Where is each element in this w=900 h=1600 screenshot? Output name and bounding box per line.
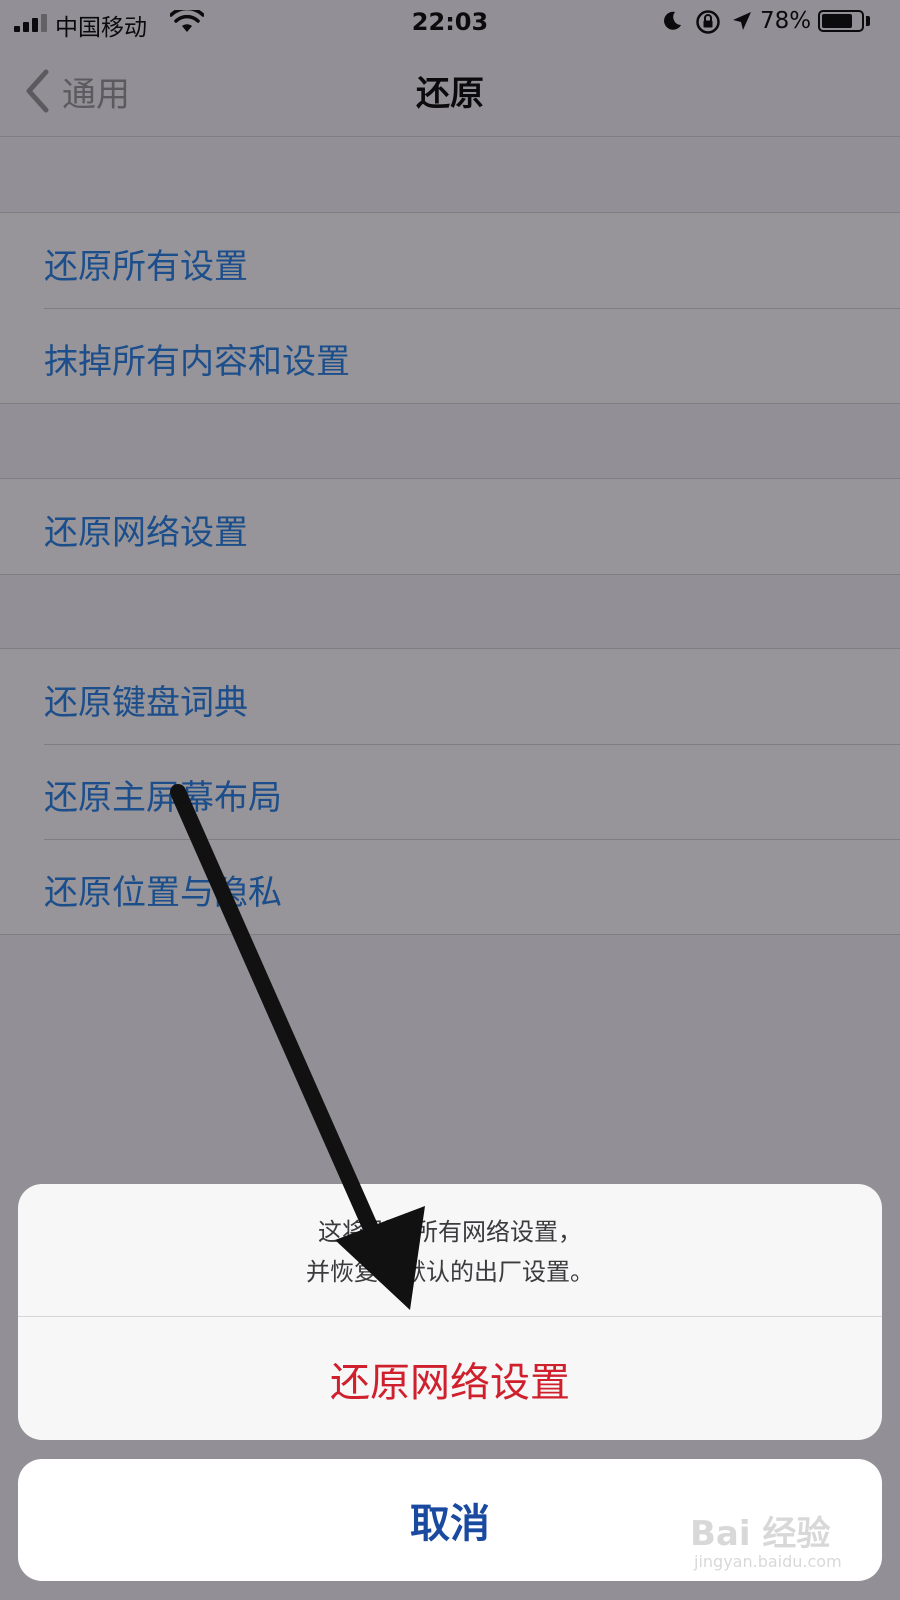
message-line-1: 这将删除所有网络设置， [318, 1218, 582, 1246]
watermark-logo-text: Bai 经验 [690, 1514, 831, 1554]
row-label: 还原位置与隐私 [44, 873, 282, 913]
row-label: 还原主屏幕布局 [44, 778, 282, 818]
erase-all-content-row[interactable]: 抹掉所有内容和设置 [0, 308, 900, 403]
reset-network-settings-row[interactable]: 还原网络设置 [0, 479, 900, 574]
row-label: 还原网络设置 [44, 513, 248, 553]
message-line-2: 并恢复其默认的出厂设置。 [306, 1258, 594, 1286]
battery-icon [818, 10, 864, 32]
reset-keyboard-dictionary-row[interactable]: 还原键盘词典 [0, 649, 900, 744]
watermark: Bai 经验 jingyan.baidu.com [690, 1500, 880, 1580]
row-label: 还原所有设置 [44, 247, 248, 287]
rotation-lock-icon [696, 10, 720, 34]
nav-bar: 通用 还原 [0, 46, 900, 137]
battery-cap [866, 16, 870, 26]
reset-network-settings-button[interactable]: 还原网络设置 [18, 1317, 882, 1440]
reset-location-privacy-row[interactable]: 还原位置与隐私 [0, 839, 900, 934]
watermark-url: jingyan.baidu.com [694, 1552, 842, 1571]
action-sheet-message: 这将删除所有网络设置， 并恢复其默认的出厂设置。 [18, 1212, 882, 1292]
battery-percent: 78% [760, 8, 812, 34]
location-arrow-icon [733, 12, 751, 30]
row-label: 还原键盘词典 [44, 683, 248, 723]
reset-home-screen-layout-row[interactable]: 还原主屏幕布局 [0, 744, 900, 839]
battery-fill [822, 14, 852, 28]
reset-group-3: 还原键盘词典 还原主屏幕布局 还原位置与隐私 [0, 648, 900, 935]
status-bar: 中国移动 22:03 78% [0, 0, 900, 46]
reset-group-2: 还原网络设置 [0, 478, 900, 575]
reset-group-1: 还原所有设置 抹掉所有内容和设置 [0, 212, 900, 404]
action-sheet: 这将删除所有网络设置， 并恢复其默认的出厂设置。 还原网络设置 [18, 1184, 882, 1440]
reset-all-settings-row[interactable]: 还原所有设置 [0, 213, 900, 308]
page-title: 还原 [416, 74, 484, 114]
moon-icon [664, 11, 681, 30]
row-label: 抹掉所有内容和设置 [44, 342, 350, 382]
